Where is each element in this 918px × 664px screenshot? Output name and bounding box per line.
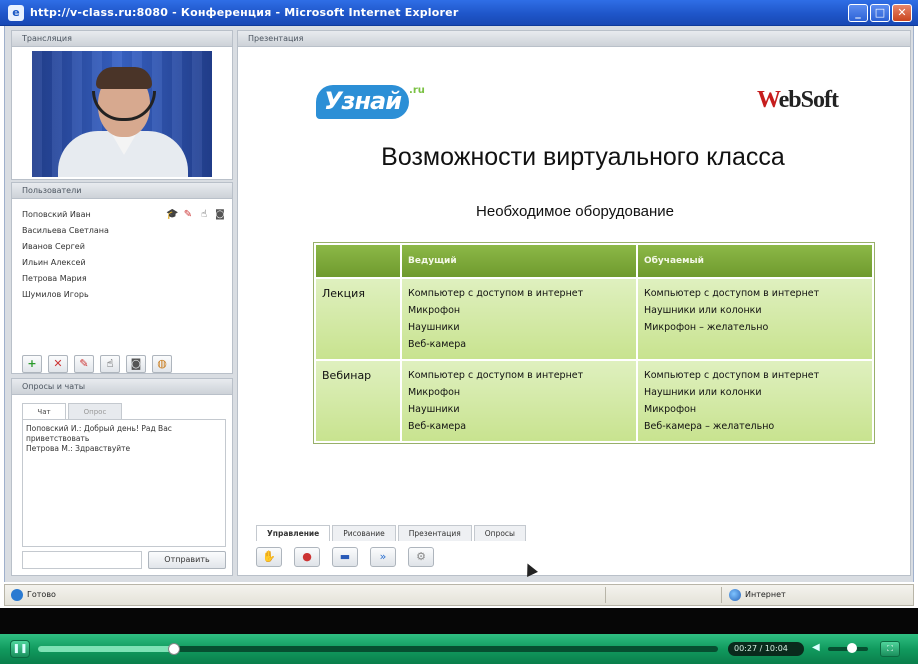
video-stream[interactable] (32, 51, 212, 177)
uznai-logo: Узнай .ru (316, 85, 425, 119)
camera-icon[interactable]: ◙ (126, 355, 146, 373)
title-bar: e http://v-class.ru:8080 - Конференция -… (0, 0, 918, 26)
user-list-item[interactable]: Ильин Алексей (22, 255, 226, 271)
ie-icon: e (8, 5, 24, 21)
maximize-button[interactable]: □ (870, 4, 890, 22)
table-header-row: Ведущий Обучаемый (314, 243, 874, 279)
user-list-item[interactable]: Петрова Мария (22, 271, 226, 287)
row-label: Лекция (314, 277, 402, 361)
table-row: Лекция Компьютер с доступом в интернет М… (314, 277, 874, 361)
raise-hand-icon[interactable]: ✋ (256, 547, 282, 567)
users-panel: Пользователи Поповский Иван 🎓 ✎ ☝ ◙ Васи… (11, 182, 233, 374)
slide: Узнай .ru WebSoft Возможности виртуальног… (244, 51, 906, 521)
user-list: Поповский Иван 🎓 ✎ ☝ ◙ Васильева Светлан… (22, 207, 226, 303)
user-name: Васильева Светлана (22, 226, 109, 235)
control-toolbar: ✋ ● ▬ » ⚙ (256, 547, 434, 567)
user-name: Петрова Мария (22, 274, 87, 283)
chat-message: Петрова М.: Здравствуйте (26, 444, 131, 453)
users-toolbar: + ✕ ✎ ☝ ◙ ◍ (22, 355, 172, 373)
browser-client-area: Трансляция Пользователи Поповский Иван 🎓… (4, 26, 914, 582)
lock-icon[interactable]: ◍ (152, 355, 172, 373)
student-equipment-cell: Компьютер с доступом в интернет Наушники… (636, 277, 874, 361)
uznai-logo-suffix: .ru (409, 85, 425, 96)
tab-polls[interactable]: Опросы (473, 525, 526, 541)
next-slide-icon[interactable]: » (370, 547, 396, 567)
presenter-icon: 🎓 (166, 209, 179, 220)
volume-icon[interactable]: ◀ (812, 642, 820, 653)
record-icon[interactable]: ● (294, 547, 320, 567)
security-zone: Интернет (745, 590, 786, 599)
user-status-icons: 🎓 ✎ ☝ ◙ (166, 209, 226, 221)
tab-chat[interactable]: Чат (22, 403, 66, 419)
table-header-host: Ведущий (400, 243, 638, 279)
seek-progress (38, 646, 174, 652)
user-name: Ильин Алексей (22, 258, 86, 267)
video-panel-header: Трансляция (12, 31, 232, 47)
video-panel: Трансляция (11, 30, 233, 180)
player-spacer (0, 608, 918, 634)
table-header-corner (314, 243, 402, 279)
control-tabs: Управление Рисование Презентация Опросы (256, 525, 528, 541)
chat-message: Поповский И.: Добрый день! Рад Вас приве… (26, 424, 172, 443)
student-equipment-cell: Компьютер с доступом в интернет Наушники… (636, 359, 874, 443)
chat-input[interactable] (22, 551, 142, 569)
pen-icon[interactable]: ✎ (74, 355, 94, 373)
user-name: Поповский Иван (22, 210, 91, 219)
chat-panel: Опросы и чаты Чат Опрос Поповский И.: До… (11, 378, 233, 576)
camera-icon: ◙ (215, 209, 225, 220)
page-icon (11, 589, 23, 601)
user-list-item[interactable]: Васильева Светлана (22, 223, 226, 239)
chat-tabs: Чат Опрос (22, 403, 122, 419)
tab-drawing[interactable]: Рисование (332, 525, 396, 541)
window-controls: _ □ ✕ (848, 4, 912, 22)
user-list-item[interactable]: Поповский Иван 🎓 ✎ ☝ ◙ (22, 207, 226, 223)
time-display: 00:27 / 10:04 (728, 642, 804, 656)
video-player-bar: ❚❚ 00:27 / 10:04 ◀ ⛶ (0, 634, 918, 664)
seek-bar[interactable] (38, 643, 718, 655)
presentation-panel-header: Презентация (238, 31, 910, 47)
slide-title: Возможности виртуального класса (381, 143, 785, 171)
websoft-logo: WebSoft (756, 87, 839, 113)
close-button[interactable]: ✕ (892, 4, 912, 22)
uznai-logo-text: Узнай (316, 85, 410, 119)
screen: e http://v-class.ru:8080 - Конференция -… (0, 0, 918, 664)
user-name: Иванов Сергей (22, 242, 85, 251)
host-equipment-cell: Компьютер с доступом в интернет Микрофон… (400, 277, 638, 361)
status-text: Готово (27, 590, 56, 599)
user-list-item[interactable]: Шумилов Игорь (22, 287, 226, 303)
row-label: Вебинар (314, 359, 402, 443)
minimize-button[interactable]: _ (848, 4, 868, 22)
window-title: http://v-class.ru:8080 - Конференция - M… (30, 6, 459, 19)
tab-control[interactable]: Управление (256, 525, 331, 541)
seek-handle[interactable] (168, 643, 180, 655)
table-header-student: Обучаемый (636, 243, 874, 279)
slide-subtitle: Необходимое оборудование (476, 203, 674, 220)
send-button[interactable]: Отправить (148, 551, 226, 569)
user-list-item[interactable]: Иванов Сергей (22, 239, 226, 255)
settings-icon[interactable]: ⚙ (408, 547, 434, 567)
users-panel-header: Пользователи (12, 183, 232, 199)
screen-share-icon[interactable]: ▬ (332, 547, 358, 567)
equipment-table: Ведущий Обучаемый Лекция Компьютер с дос… (313, 242, 875, 444)
presentation-panel: Презентация Узнай .ru WebSoft Возможности… (237, 30, 911, 577)
globe-icon (729, 589, 741, 601)
tab-poll[interactable]: Опрос (68, 403, 122, 419)
tab-presentation[interactable]: Презентация (397, 525, 472, 541)
hand-icon: ☝ (200, 209, 208, 220)
chat-log[interactable]: Поповский И.: Добрый день! Рад Вас приве… (22, 419, 226, 547)
mouse-cursor-icon (522, 561, 538, 577)
volume-handle[interactable] (847, 643, 857, 653)
table-row: Вебинар Компьютер с доступом в интернет … (314, 359, 874, 443)
host-equipment-cell: Компьютер с доступом в интернет Микрофон… (400, 359, 638, 443)
remove-icon[interactable]: ✕ (48, 355, 68, 373)
fullscreen-icon[interactable]: ⛶ (880, 641, 900, 657)
user-name: Шумилов Игорь (22, 290, 89, 299)
add-icon[interactable]: + (22, 355, 42, 373)
pen-icon: ✎ (183, 209, 193, 220)
play-pause-icon[interactable]: ❚❚ (10, 640, 30, 658)
status-bar: Готово Интернет (4, 584, 914, 606)
hand-icon[interactable]: ☝ (100, 355, 120, 373)
chat-panel-header: Опросы и чаты (12, 379, 232, 395)
